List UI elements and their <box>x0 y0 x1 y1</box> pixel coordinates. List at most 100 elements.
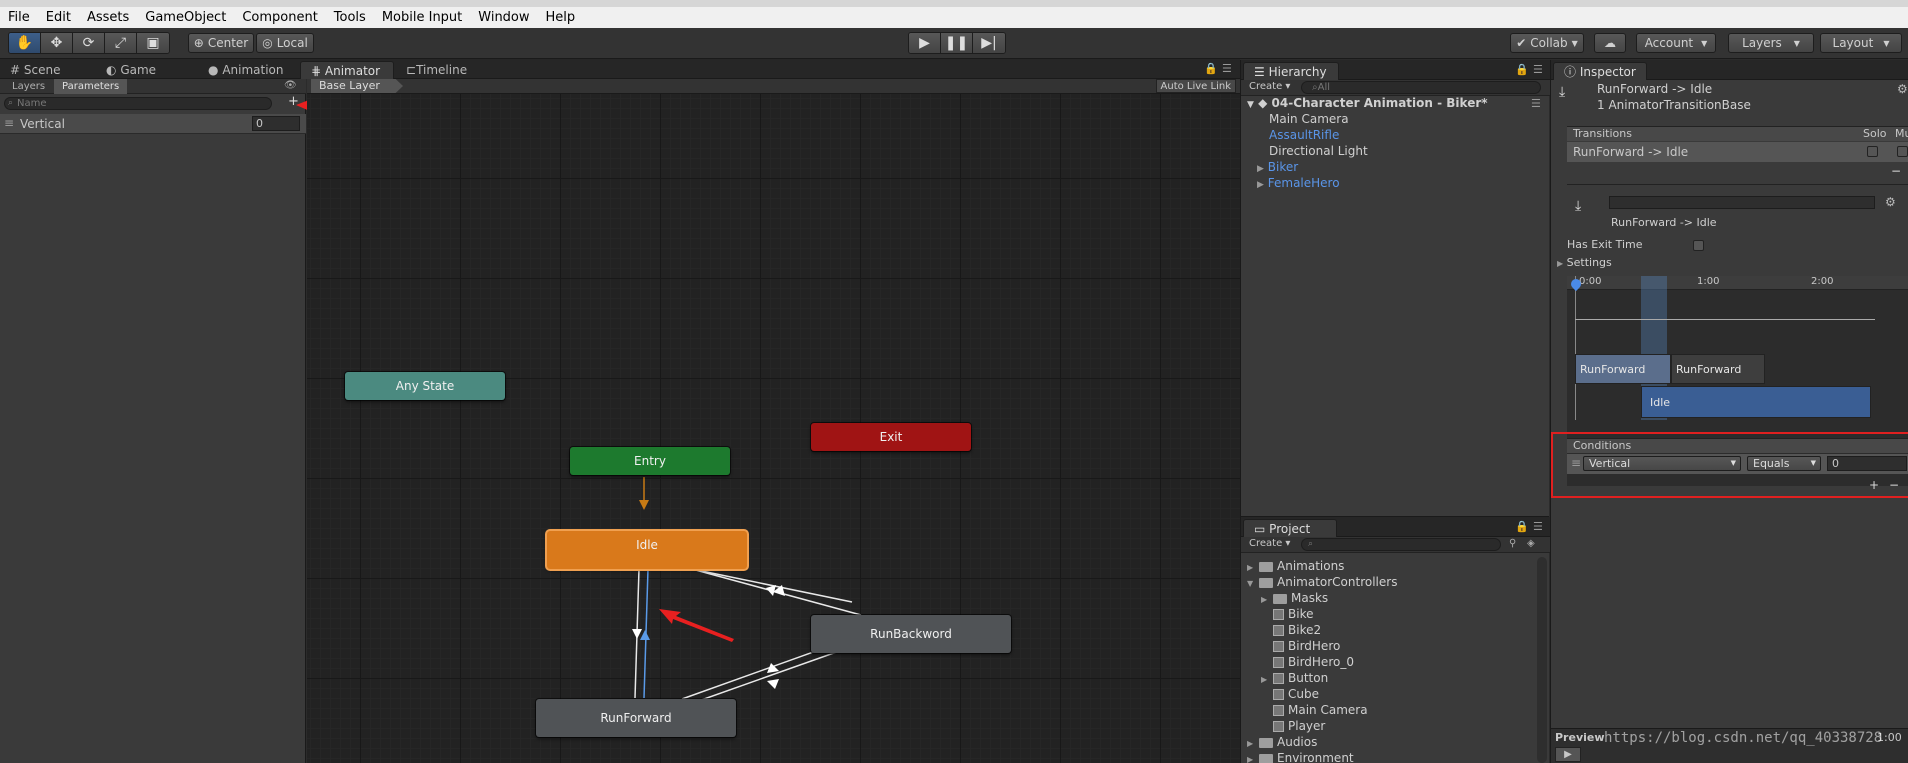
tab-inspector[interactable]: ⓘ Inspector <box>1553 62 1647 80</box>
project-item[interactable]: ▼ AnimatorControllers <box>1247 575 1397 589</box>
tab-timeline[interactable]: ⊏Timeline <box>396 61 477 79</box>
scene-menu-icon[interactable]: ☰ <box>1531 97 1541 110</box>
tab-layers[interactable]: Layers <box>4 79 53 94</box>
collab-button[interactable]: ✔ Collab ▼ <box>1510 33 1584 53</box>
layout-dropdown[interactable]: Layout ▼ <box>1820 33 1902 53</box>
project-item[interactable]: ▶ Masks <box>1261 591 1328 605</box>
tab-animation[interactable]: ● Animation <box>198 61 294 79</box>
pivot-center-button[interactable]: ⊕ Center <box>188 33 254 53</box>
solo-checkbox[interactable] <box>1867 146 1878 157</box>
mute-checkbox[interactable] <box>1897 146 1908 157</box>
hierarchy-create-button[interactable]: Create ▾ <box>1249 81 1290 92</box>
hand-tool-icon[interactable]: ✋ <box>9 33 41 53</box>
pause-icon[interactable]: ❚❚ <box>941 33 973 53</box>
animator-graph[interactable]: Any State Entry Exit Idle RunBackword Ru… <box>307 94 1240 763</box>
remove-transition-button[interactable]: − <box>1891 164 1901 178</box>
chevron-right-icon[interactable]: ▶ <box>1247 563 1259 572</box>
project-item[interactable]: Player <box>1261 719 1325 733</box>
param-search-input[interactable]: ⌕ Name <box>4 97 272 110</box>
state-any-state[interactable]: Any State <box>345 372 505 400</box>
hierarchy-search-input[interactable]: ⌕All <box>1301 81 1541 94</box>
panel-menu-icon[interactable]: ☰ <box>1222 62 1232 75</box>
lock-icon[interactable]: 🔒 <box>1515 63 1529 76</box>
tab-parameters[interactable]: Parameters <box>54 79 128 94</box>
project-create-button[interactable]: Create ▾ <box>1249 538 1290 549</box>
has-exit-time-checkbox[interactable] <box>1693 240 1704 251</box>
hierarchy-item-directional-light[interactable]: Directional Light <box>1269 144 1368 158</box>
rect-tool-icon[interactable]: ▣ <box>137 33 169 53</box>
gear-icon[interactable]: ⚙ <box>1885 195 1896 209</box>
clip-source-next[interactable]: RunForward <box>1671 354 1765 384</box>
filter-label-icon[interactable]: ◈ <box>1527 538 1535 549</box>
chevron-right-icon[interactable]: ▶ <box>1261 595 1273 604</box>
project-item[interactable]: ▶ Environment <box>1247 751 1354 763</box>
menu-tools[interactable]: Tools <box>326 7 374 28</box>
tab-hierarchy[interactable]: ☰ Hierarchy <box>1243 62 1339 80</box>
tab-project[interactable]: ▭ Project <box>1243 519 1337 537</box>
menu-gameobject[interactable]: GameObject <box>137 7 234 28</box>
menu-help[interactable]: Help <box>538 7 584 28</box>
panel-menu-icon[interactable]: ☰ <box>1533 520 1543 533</box>
rotate-tool-icon[interactable]: ⟳ <box>73 33 105 53</box>
state-idle[interactable]: Idle <box>547 531 747 569</box>
project-scrollbar[interactable] <box>1537 557 1547 763</box>
chevron-right-icon[interactable]: ▶ <box>1247 739 1259 748</box>
auto-live-link-toggle[interactable]: Auto Live Link <box>1155 79 1236 93</box>
project-item[interactable]: ▶ Button <box>1261 671 1328 685</box>
menu-edit[interactable]: Edit <box>38 7 79 28</box>
project-item[interactable]: BirdHero <box>1261 639 1340 653</box>
step-icon[interactable]: ▶| <box>973 33 1005 53</box>
project-item[interactable]: Bike2 <box>1261 623 1321 637</box>
transition-name-field[interactable] <box>1609 196 1875 209</box>
transition-row[interactable]: RunForward -> Idle <box>1567 142 1908 162</box>
project-item[interactable]: BirdHero_0 <box>1261 655 1354 669</box>
chevron-down-icon[interactable]: ▼ <box>1247 579 1259 588</box>
project-item[interactable]: Bike <box>1261 607 1313 621</box>
menu-mobile-input[interactable]: Mobile Input <box>374 7 470 28</box>
move-tool-icon[interactable]: ✥ <box>41 33 73 53</box>
tab-game[interactable]: ◐ Game <box>96 61 166 79</box>
hierarchy-item-main-camera[interactable]: Main Camera <box>1269 112 1349 126</box>
chevron-right-icon[interactable]: ▶ <box>1257 180 1264 190</box>
scene-root-row[interactable]: ▼ ◆ 04-Character Animation - Biker* <box>1247 96 1488 110</box>
tab-animator[interactable]: ⋕ Animator <box>300 61 394 79</box>
settings-foldout[interactable]: ▶ Settings <box>1557 256 1612 269</box>
project-item[interactable]: Cube <box>1261 687 1319 701</box>
play-icon[interactable]: ▶ <box>909 33 941 53</box>
state-entry[interactable]: Entry <box>570 447 730 475</box>
preview-play-button[interactable]: ▶ <box>1555 747 1581 762</box>
state-exit[interactable]: Exit <box>811 423 971 451</box>
gear-icon[interactable]: ⚙ <box>1897 82 1908 96</box>
state-run-forward[interactable]: RunForward <box>536 699 736 737</box>
menu-file[interactable]: File <box>0 7 38 28</box>
pivot-local-button[interactable]: ◎ Local <box>256 33 314 53</box>
eye-icon[interactable]: 👁 <box>284 80 297 91</box>
chevron-right-icon[interactable]: ▶ <box>1261 675 1273 684</box>
menu-window[interactable]: Window <box>470 7 537 28</box>
tab-scene[interactable]: # Scene <box>0 61 70 79</box>
menu-component[interactable]: Component <box>234 7 325 28</box>
parameter-row[interactable]: ≡ Vertical 0 <box>0 114 306 134</box>
drag-handle-icon[interactable]: ≡ <box>4 116 14 130</box>
parameter-value-field[interactable]: 0 <box>252 116 300 131</box>
project-item[interactable]: ▶ Animations <box>1247 559 1344 573</box>
menu-assets[interactable]: Assets <box>79 7 137 28</box>
clip-source[interactable]: RunForward <box>1575 354 1671 384</box>
state-run-backword[interactable]: RunBackword <box>811 615 1011 653</box>
filter-type-icon[interactable]: ⚲ <box>1509 538 1516 549</box>
hierarchy-item-female-hero[interactable]: ▶ FemaleHero <box>1257 176 1340 190</box>
cloud-button[interactable]: ☁ <box>1594 33 1626 53</box>
project-search-input[interactable]: ⌕ <box>1301 538 1501 551</box>
hierarchy-item-assault-rifle[interactable]: AssaultRifle <box>1269 128 1339 142</box>
chevron-right-icon[interactable]: ▶ <box>1257 164 1264 174</box>
breadcrumb-base-layer[interactable]: Base Layer <box>311 79 403 93</box>
layers-dropdown[interactable]: Layers ▼ <box>1728 33 1814 53</box>
project-item[interactable]: ▶ Audios <box>1247 735 1317 749</box>
scale-tool-icon[interactable]: ⤢ <box>105 33 137 53</box>
lock-icon[interactable]: 🔒 <box>1515 520 1529 533</box>
hierarchy-item-biker[interactable]: ▶ Biker <box>1257 160 1298 174</box>
panel-menu-icon[interactable]: ☰ <box>1533 63 1543 76</box>
chevron-right-icon[interactable]: ▶ <box>1247 755 1259 763</box>
project-item[interactable]: Main Camera <box>1261 703 1368 717</box>
clip-destination[interactable]: Idle <box>1641 386 1871 418</box>
